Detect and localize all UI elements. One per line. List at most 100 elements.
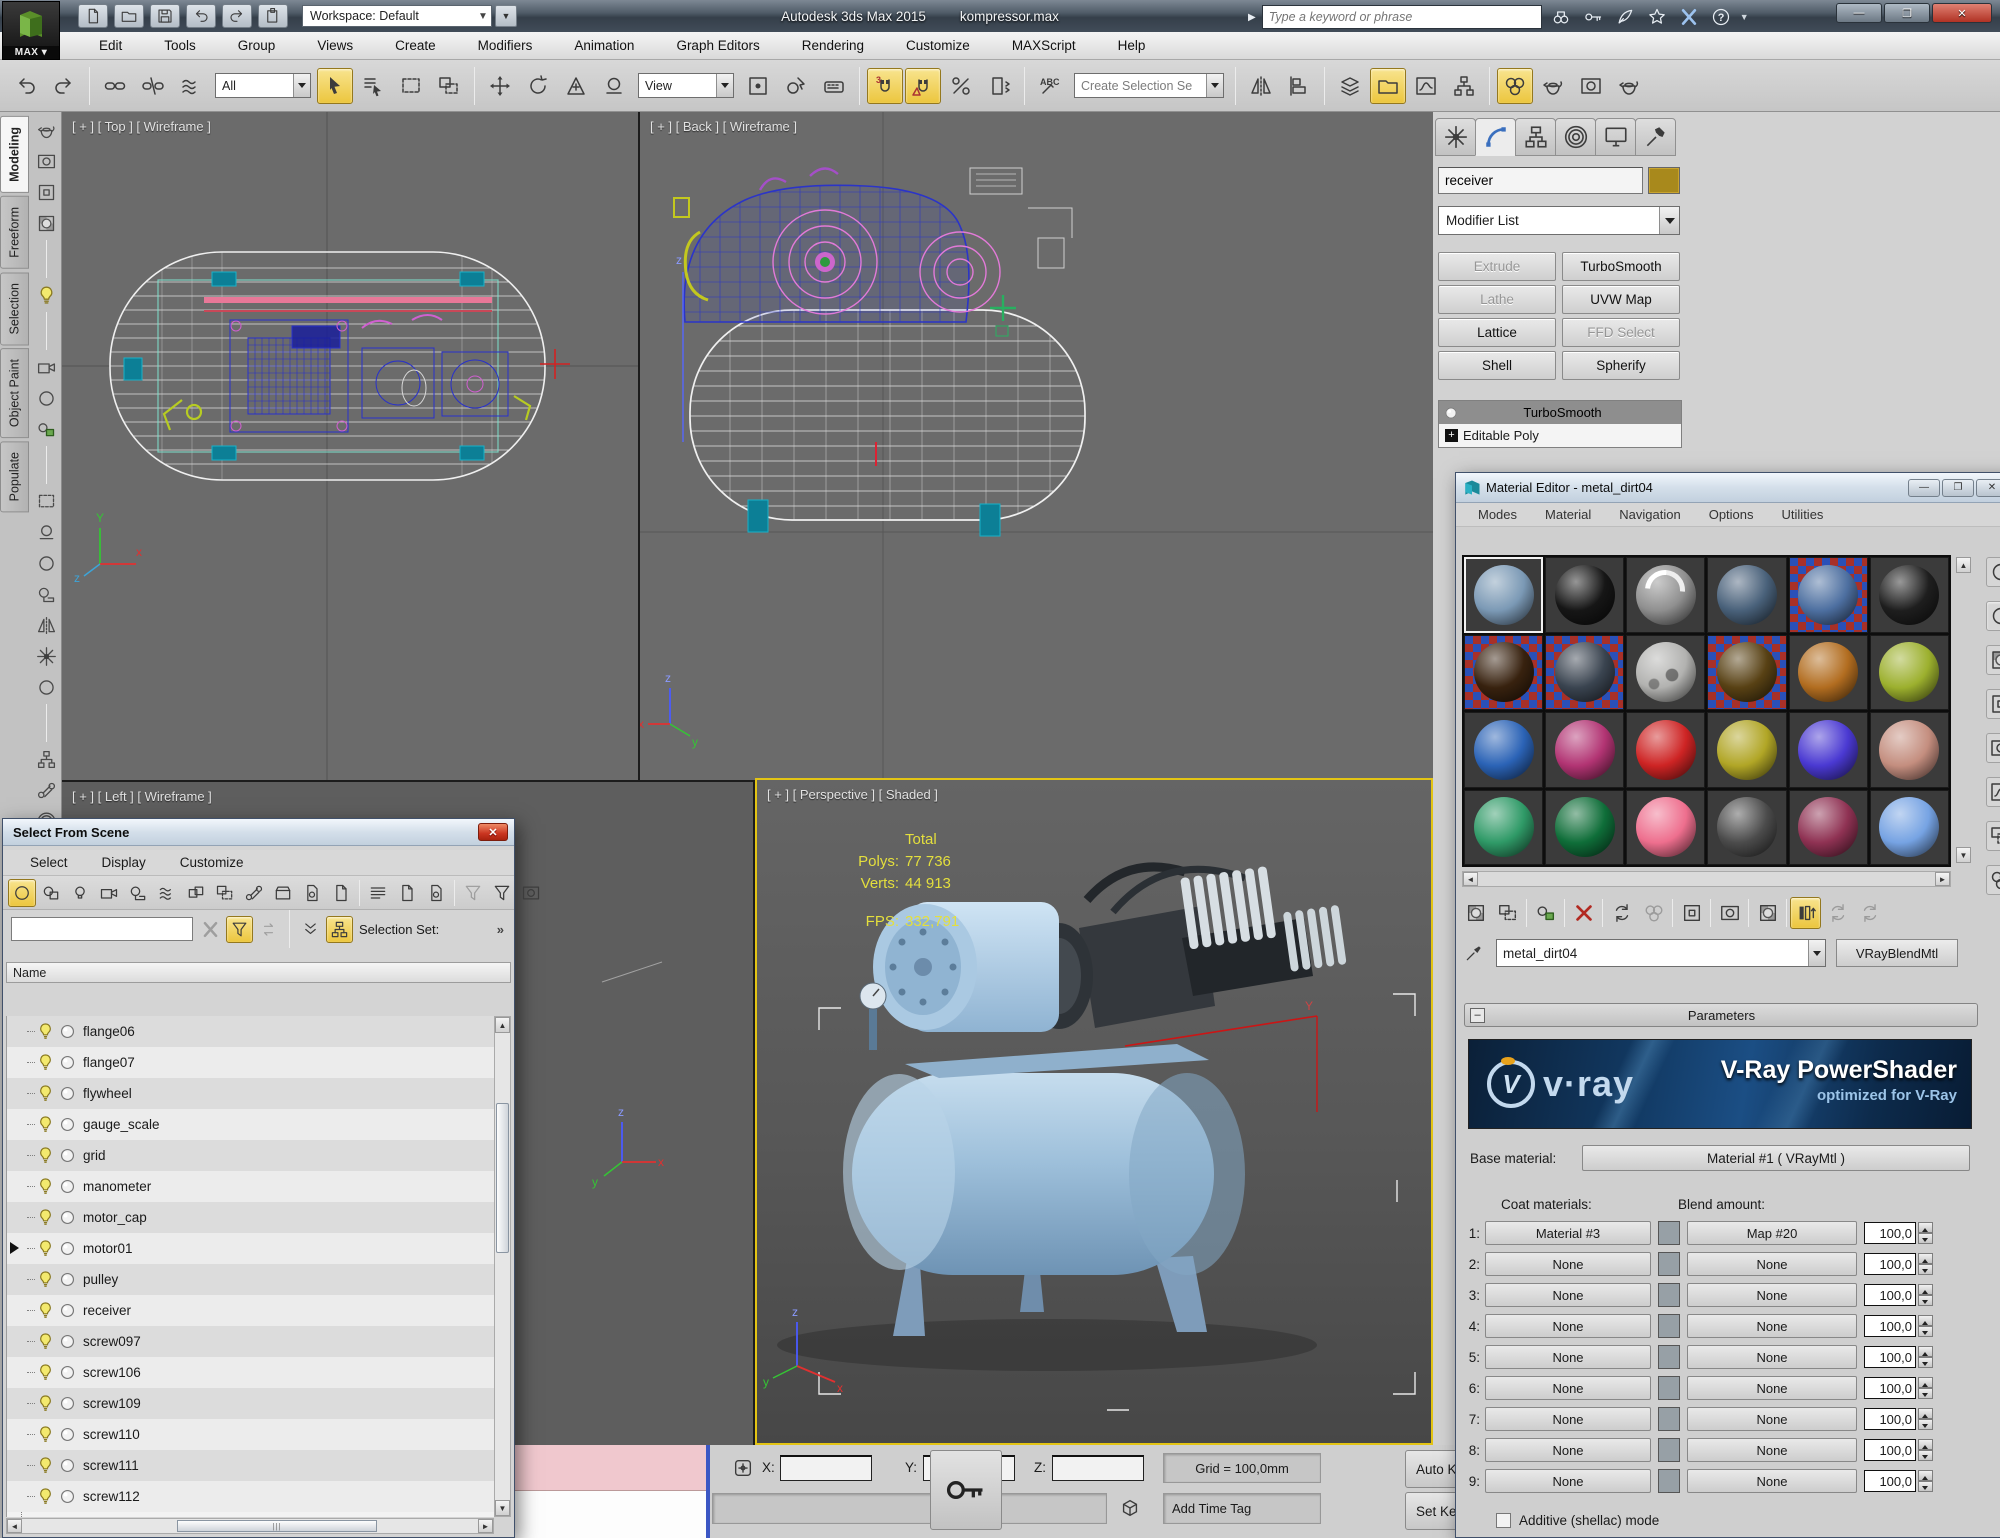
project-folder-icon[interactable] xyxy=(258,4,288,28)
swatch-scroll-up[interactable]: ▲ xyxy=(1956,557,1971,573)
cone-icon[interactable] xyxy=(32,611,60,639)
display-containers-icon[interactable] xyxy=(269,879,297,907)
material-sample-slot[interactable] xyxy=(1626,789,1706,865)
scene-object-row[interactable]: receiver xyxy=(7,1295,494,1326)
modifier-button[interactable]: UVW Map xyxy=(1562,285,1680,314)
material-sample-slot[interactable] xyxy=(1464,634,1544,710)
coat-material-button[interactable]: None xyxy=(1485,1252,1651,1276)
selection-filter-dropdown[interactable]: All xyxy=(215,73,311,98)
display-groups-icon[interactable] xyxy=(182,879,210,907)
object-color-swatch[interactable] xyxy=(1648,167,1680,194)
rect-selection-region-icon[interactable] xyxy=(393,68,429,104)
expand-all-icon[interactable] xyxy=(297,916,324,943)
blend-map-button[interactable]: None xyxy=(1687,1252,1857,1276)
vertical-scrollbar[interactable]: ▲ ▼ xyxy=(494,1016,511,1517)
scroll-up-arrow[interactable]: ▲ xyxy=(495,1017,510,1033)
display-tab-icon[interactable] xyxy=(1595,118,1636,156)
blend-map-button[interactable]: Map #20 xyxy=(1687,1221,1857,1245)
camera-tool-icon[interactable] xyxy=(32,353,60,381)
redo-icon[interactable] xyxy=(222,4,252,28)
save-file-icon[interactable] xyxy=(150,4,180,28)
object-bulb-icon[interactable] xyxy=(36,1456,55,1475)
menu-item[interactable]: Help xyxy=(1097,32,1167,59)
select-by-material-icon[interactable] xyxy=(1986,865,2000,895)
object-bulb-icon[interactable] xyxy=(36,1239,55,1258)
display-shapes-icon[interactable] xyxy=(37,879,65,907)
named-selection-sets-icon[interactable] xyxy=(1032,68,1068,104)
material-sample-slot[interactable] xyxy=(1545,634,1625,710)
scene-object-row[interactable]: flange07 xyxy=(7,1047,494,1078)
clear-search-icon[interactable] xyxy=(197,916,224,943)
undo-icon[interactable] xyxy=(186,4,216,28)
dialog-title-bar[interactable]: Select From Scene ✕ xyxy=(3,819,514,846)
viewport-left-label[interactable]: [ + ] [ Left ] [ Wireframe ] xyxy=(72,789,212,804)
modify-tab-icon[interactable] xyxy=(1475,118,1516,156)
filter-combinations-icon[interactable] xyxy=(459,879,487,907)
menu-item[interactable]: Tools xyxy=(143,32,217,59)
hierarchy-tab-icon[interactable] xyxy=(1515,118,1556,156)
blend-amount-field[interactable]: 100,0 xyxy=(1864,1377,1916,1399)
paint-sphere-icon[interactable] xyxy=(32,384,60,412)
eyedropper-icon[interactable] xyxy=(1460,939,1488,967)
coat-color-swatch[interactable] xyxy=(1658,1376,1680,1400)
dome-icon[interactable] xyxy=(32,518,60,546)
blend-amount-spinner[interactable] xyxy=(1918,1315,1933,1337)
scroll-right-arrow[interactable]: ► xyxy=(478,1519,493,1533)
create-tab-icon[interactable] xyxy=(1435,118,1476,156)
z-coordinate-field[interactable] xyxy=(1052,1455,1144,1481)
selection-lock-key-button[interactable] xyxy=(930,1450,1002,1530)
view-panel-icon[interactable] xyxy=(393,879,421,907)
reset-map-icon[interactable] xyxy=(1568,897,1599,929)
viewport-back[interactable]: [ + ] [ Back ] [ Wireframe ] z z x y xyxy=(640,112,1433,780)
scene-object-row[interactable]: screw112 xyxy=(7,1481,494,1512)
viewport-top-label[interactable]: [ + ] [ Top ] [ Wireframe ] xyxy=(72,119,211,134)
dialog-menu-item[interactable]: Display xyxy=(85,855,163,870)
coat-color-swatch[interactable] xyxy=(1658,1252,1680,1276)
material-id-channel-icon[interactable] xyxy=(1676,897,1707,929)
select-manipulate-icon[interactable] xyxy=(778,68,814,104)
blend-amount-spinner[interactable] xyxy=(1918,1439,1933,1461)
blend-amount-field[interactable]: 100,0 xyxy=(1864,1315,1916,1337)
stack-item-editable-poly[interactable]: + Editable Poly xyxy=(1439,424,1681,447)
material-sample-slot[interactable] xyxy=(1869,789,1949,865)
clone-stack-icon[interactable] xyxy=(32,415,60,443)
layer-manager-icon[interactable] xyxy=(1332,68,1368,104)
backlight-icon[interactable] xyxy=(1986,601,2000,631)
help-dropdown-caret[interactable]: ▼ xyxy=(1740,12,1749,22)
preview-window-icon[interactable] xyxy=(32,147,60,175)
exchange-apps-icon[interactable] xyxy=(1674,4,1704,30)
make-material-copy-icon[interactable] xyxy=(1606,897,1637,929)
show-end-result-icon[interactable] xyxy=(1790,897,1821,929)
subobject-grid-icon[interactable] xyxy=(32,209,60,237)
time-tag-cube-icon[interactable] xyxy=(1117,1495,1143,1521)
object-bulb-icon[interactable] xyxy=(36,1332,55,1351)
rendered-frame-icon[interactable] xyxy=(1573,68,1609,104)
me-menu-item[interactable]: Options xyxy=(1695,507,1768,522)
scroll-left-arrow[interactable]: ◄ xyxy=(7,1519,22,1533)
coat-material-button[interactable]: None xyxy=(1485,1438,1651,1462)
material-sample-slot[interactable] xyxy=(1626,557,1706,633)
display-xrefs-icon[interactable] xyxy=(211,879,239,907)
ribbon-tab[interactable]: Selection xyxy=(0,271,29,345)
viewport-perspective[interactable]: [ + ] [ Perspective ] [ Shaded ] Total P… xyxy=(755,778,1433,1445)
blend-map-button[interactable]: None xyxy=(1687,1469,1857,1493)
search-icon[interactable] xyxy=(1546,4,1576,30)
minimize-button[interactable]: — xyxy=(1836,3,1882,23)
scene-object-row[interactable]: screw106 xyxy=(7,1357,494,1388)
coat-color-swatch[interactable] xyxy=(1658,1221,1680,1245)
dialog-menu-item[interactable]: Select xyxy=(13,855,85,870)
select-place-icon[interactable] xyxy=(596,68,632,104)
bind-spacewarp-icon[interactable] xyxy=(173,68,209,104)
schematic-view-icon[interactable] xyxy=(1446,68,1482,104)
modifier-button[interactable]: Spherify xyxy=(1562,351,1680,380)
menu-item[interactable]: Modifiers xyxy=(457,32,554,59)
expand-arrow-icon[interactable] xyxy=(10,1242,25,1254)
show-background-icon[interactable] xyxy=(1714,897,1745,929)
go-forward-sibling-icon[interactable] xyxy=(1854,897,1885,929)
scroll-down-arrow[interactable]: ▼ xyxy=(495,1500,510,1516)
redo-icon[interactable] xyxy=(46,68,82,104)
object-bulb-icon[interactable] xyxy=(36,1363,55,1382)
me-minimize-button[interactable]: — xyxy=(1908,478,1940,497)
sign-in-key-icon[interactable] xyxy=(1578,4,1608,30)
scene-object-row[interactable]: manometer xyxy=(7,1171,494,1202)
